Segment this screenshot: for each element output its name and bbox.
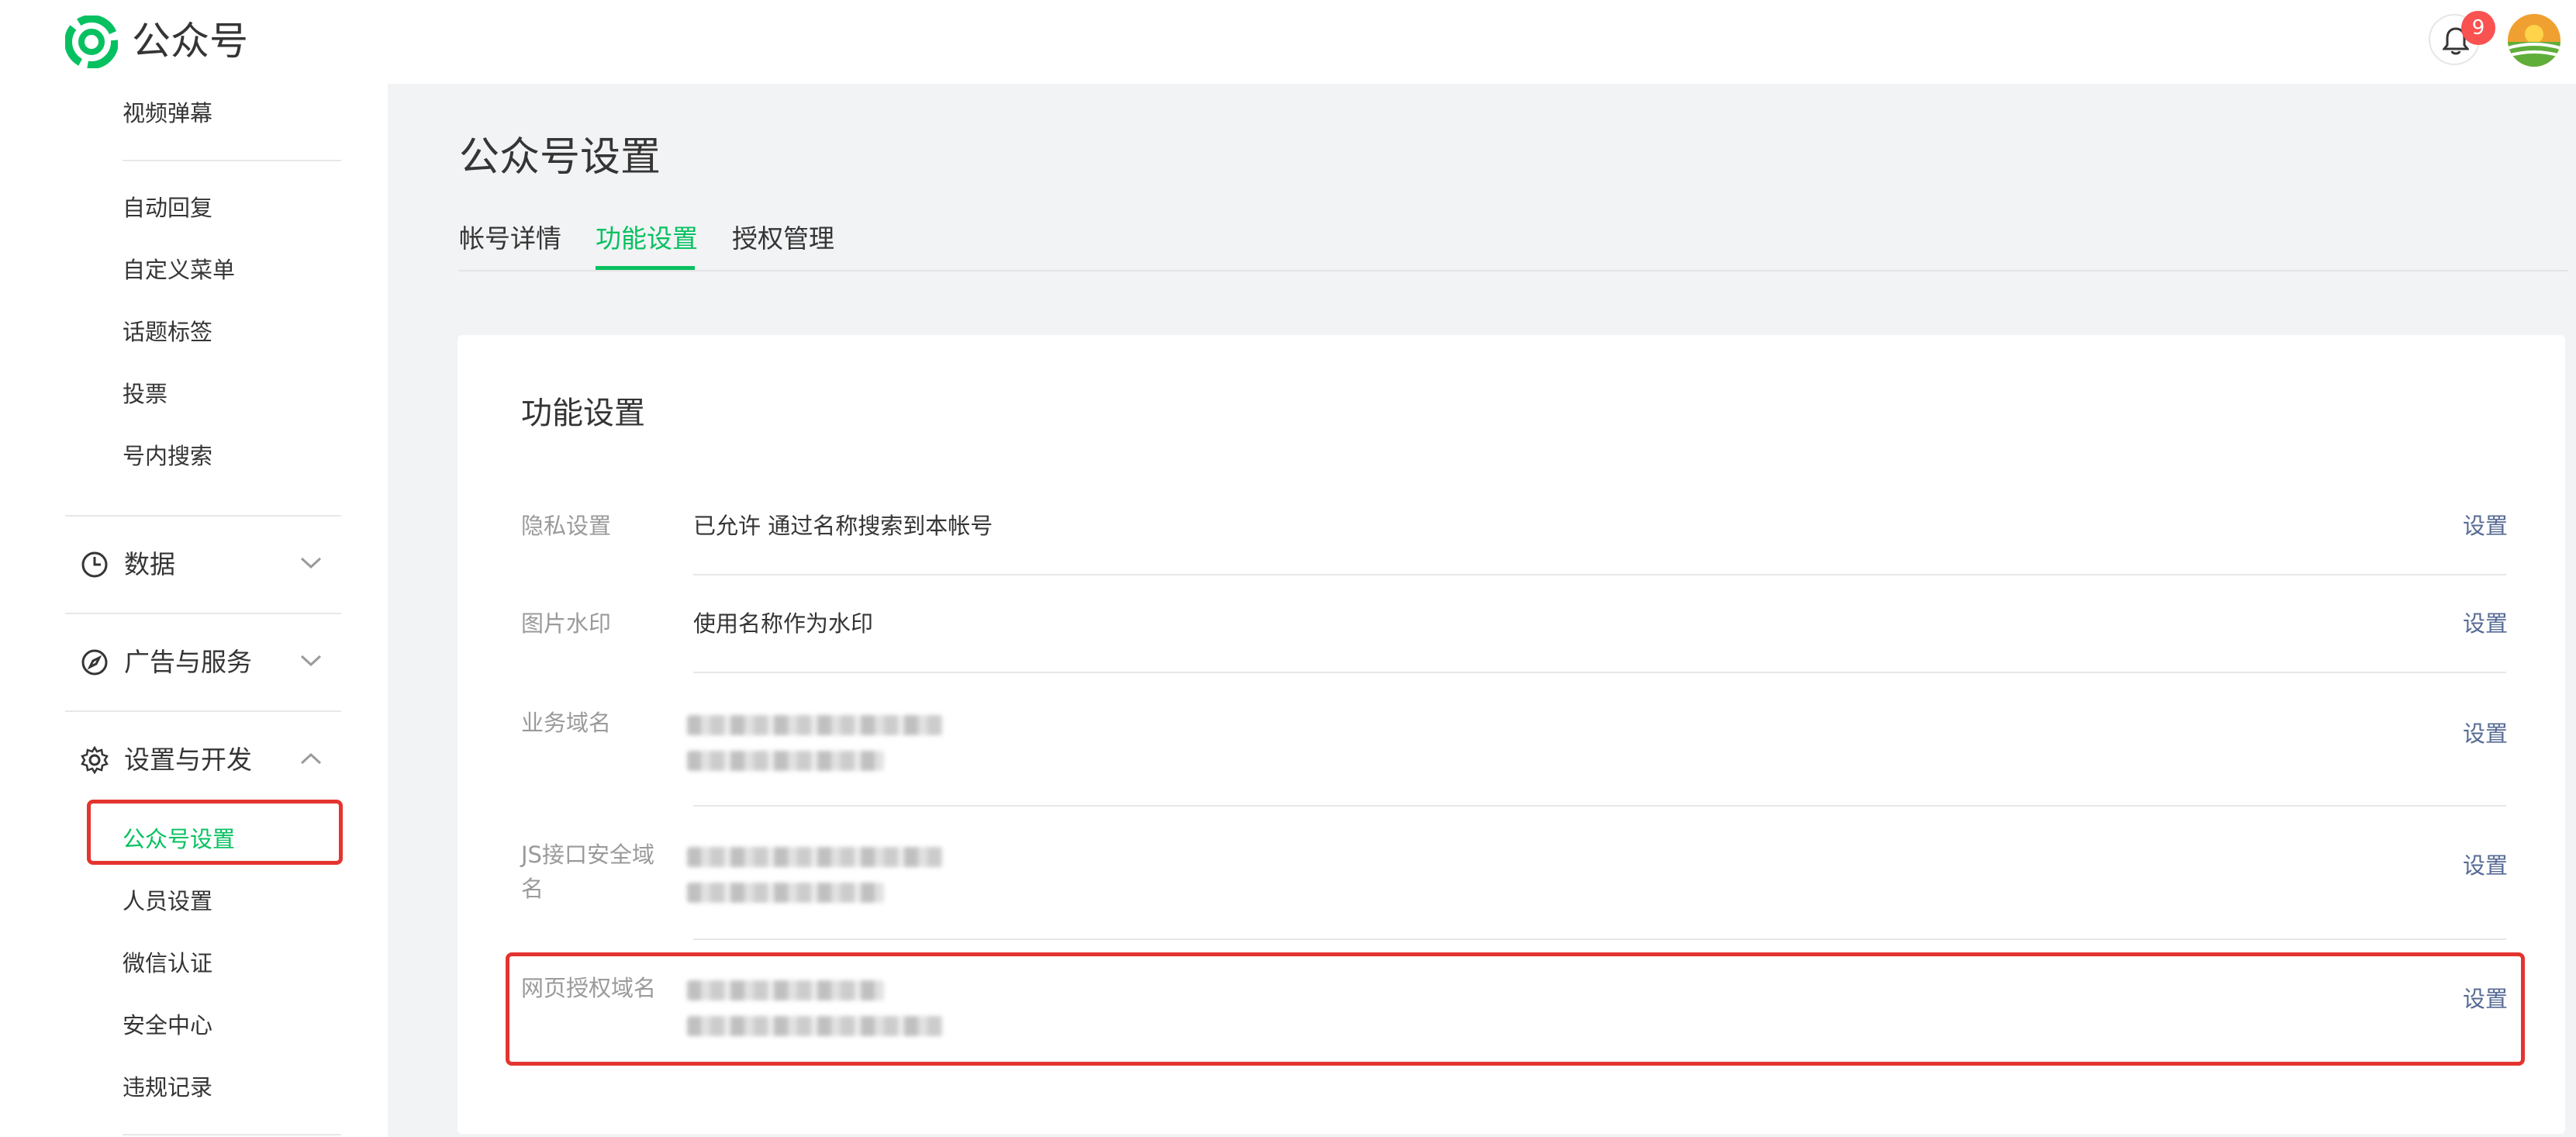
tabs-divider [459,270,2568,271]
sidebar-item-topic-tags[interactable]: 话题标签 [123,309,212,355]
sidebar-group-data[interactable]: 数据 [65,530,341,600]
web-auth-domain-highlight-box [506,952,2525,1066]
redacted-domain [687,883,884,903]
chevron-up-icon [300,752,322,765]
sidebar-item-vote[interactable]: 投票 [123,371,167,417]
chevron-down-icon [300,655,322,667]
notification-badge: 9 [2461,11,2495,45]
row-divider [693,805,2506,807]
privacy-settings-value: 已允许 通过名称搜索到本帐号 [693,513,993,539]
avatar[interactable] [2508,14,2560,67]
row-divider [693,938,2506,940]
sidebar-item-in-account-search[interactable]: 号内搜索 [123,433,212,479]
sidebar-group-label: 数据 [124,549,175,579]
row-divider [693,574,2506,575]
brand-name[interactable]: 公众号 [132,14,248,68]
page-title: 公众号设置 [459,134,661,181]
sidebar-item-wechat-verification[interactable]: 微信认证 [123,940,212,987]
sidebar-divider [65,613,341,614]
sidebar-item-video-danmaku[interactable]: 视频弹幕 [123,90,212,137]
business-domain-label: 业务域名 [521,710,612,736]
card-title: 功能设置 [521,396,645,431]
redacted-domain [687,751,884,771]
redacted-domain [687,715,943,735]
sidebar-divider [123,1134,341,1135]
js-secure-domain-label: JS接口安全域名 [521,842,654,902]
image-watermark-label: 图片水印 [521,610,612,637]
business-domain-button[interactable]: 设置 [2461,717,2508,751]
privacy-settings-button[interactable]: 设置 [2461,509,2508,543]
tab-account-details[interactable]: 帐号详情 [459,216,561,270]
sidebar-item-staff-settings[interactable]: 人员设置 [123,878,212,924]
sidebar-item-security-center[interactable]: 安全中心 [123,1002,212,1049]
sidebar-divider [65,515,341,517]
tab-authorization-management[interactable]: 授权管理 [732,216,834,270]
sidebar-highlight-box [87,800,343,865]
chevron-down-icon [300,557,322,569]
sidebar-divider [65,710,341,712]
sidebar-group-label: 设置与开发 [124,745,252,775]
logo-icon[interactable] [65,16,118,68]
top-bar: 公众号 9 [0,0,2576,84]
image-watermark-value: 使用名称作为水印 [693,610,874,637]
sidebar-divider [123,160,341,161]
sidebar-item-custom-menu[interactable]: 自定义菜单 [123,247,235,293]
sidebar-item-violation-records[interactable]: 违规记录 [123,1064,212,1111]
sidebar-group-ads-services[interactable]: 广告与服务 [65,628,341,698]
tab-feature-settings[interactable]: 功能设置 [596,216,698,270]
clock-icon [81,551,108,578]
redacted-domain [687,847,943,867]
gear-icon [81,746,109,774]
sidebar-group-label: 广告与服务 [124,647,252,677]
sidebar-item-auto-reply[interactable]: 自动回复 [123,185,212,231]
sidebar-group-settings-dev[interactable]: 设置与开发 [65,726,341,796]
row-divider [693,672,2506,673]
image-watermark-button[interactable]: 设置 [2461,607,2508,641]
compass-icon [81,649,108,676]
privacy-settings-label: 隐私设置 [521,513,612,539]
js-secure-domain-button[interactable]: 设置 [2461,848,2508,883]
